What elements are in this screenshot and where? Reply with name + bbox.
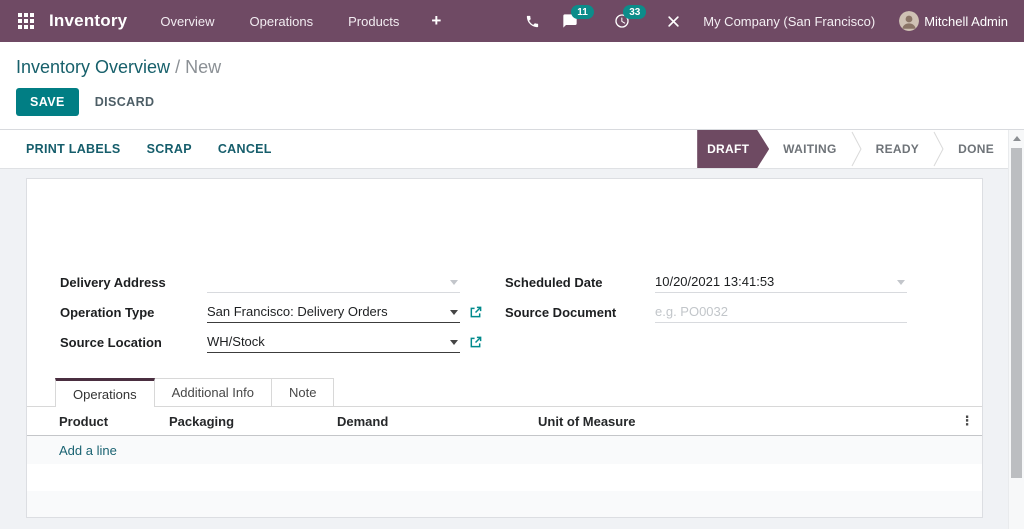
chevron-down-icon[interactable] [450, 310, 458, 315]
chevron-separator-icon [933, 130, 944, 168]
source-document-label: Source Document [505, 305, 617, 320]
operations-lines-table: Product Packaging Demand Unit of Measure… [27, 407, 982, 517]
tab-note[interactable]: Note [272, 378, 335, 406]
activities-clock-icon[interactable]: 33 [614, 5, 647, 29]
plus-icon[interactable]: + [431, 11, 441, 31]
scrollbar-thumb[interactable] [1011, 148, 1022, 478]
tools-icon[interactable] [666, 14, 681, 29]
source-location-input[interactable] [207, 333, 460, 351]
scrollbar-up-arrow-icon[interactable] [1009, 130, 1024, 147]
breadcrumb-current: New [185, 57, 222, 77]
main-area: PRINT LABELS SCRAP CANCEL DRAFT WAITING … [0, 130, 1008, 529]
source-document-input[interactable] [655, 303, 907, 321]
source-location-field[interactable] [207, 332, 460, 353]
top-navbar: Inventory Overview Operations Products +… [0, 0, 1024, 42]
operation-type-input[interactable] [207, 303, 460, 321]
discard-button[interactable]: DISCARD [95, 95, 155, 109]
operation-type-field[interactable] [207, 302, 460, 323]
menu-operations[interactable]: Operations [250, 14, 314, 29]
tab-operations[interactable]: Operations [55, 378, 155, 407]
status-step-done[interactable]: DONE [944, 130, 1008, 168]
column-header-product: Product [59, 413, 109, 429]
breadcrumb-separator: / [175, 57, 181, 77]
vertical-scrollbar[interactable] [1008, 130, 1024, 529]
cancel-button[interactable]: CANCEL [218, 142, 272, 156]
messages-badge: 11 [571, 5, 594, 19]
table-row [27, 464, 982, 491]
record-actions: SAVE DISCARD [0, 78, 1024, 116]
messages-icon[interactable]: 11 [562, 5, 594, 29]
form-toolbar: PRINT LABELS SCRAP CANCEL DRAFT WAITING … [0, 130, 1008, 169]
chevron-down-icon[interactable] [450, 340, 458, 345]
form-content: Delivery Address Scheduled Date 10/20/20… [0, 169, 1008, 529]
save-button[interactable]: SAVE [16, 88, 79, 116]
add-a-line-link[interactable]: Add a line [27, 436, 982, 464]
optional-columns-icon[interactable]: ⋮ [952, 414, 982, 427]
external-link-icon[interactable] [469, 336, 482, 349]
column-header-packaging: Packaging [169, 413, 235, 429]
form-sheet: Delivery Address Scheduled Date 10/20/20… [26, 178, 983, 518]
control-panel: Inventory Overview / New SAVE DISCARD [0, 42, 1024, 130]
notebook-tabs: Operations Additional Info Note [27, 378, 982, 407]
app-title: Inventory [49, 11, 128, 30]
odoo-inventory-app: Inventory Overview Operations Products +… [0, 0, 1024, 529]
external-link-icon[interactable] [469, 306, 482, 319]
user-menu[interactable]: Mitchell Admin [924, 14, 1008, 29]
chevron-separator-icon [851, 130, 862, 168]
status-step-waiting[interactable]: WAITING [769, 130, 851, 168]
tab-additional-info[interactable]: Additional Info [154, 378, 272, 406]
column-header-demand: Demand [337, 413, 389, 429]
source-document-field[interactable] [655, 302, 907, 323]
breadcrumb-parent-link[interactable]: Inventory Overview [16, 57, 170, 77]
column-header-unit-of-measure: Unit of Measure [538, 413, 636, 429]
menu-overview[interactable]: Overview [160, 14, 214, 29]
status-step-draft[interactable]: DRAFT [697, 130, 769, 168]
scrap-button[interactable]: SCRAP [147, 142, 192, 156]
table-row [27, 491, 982, 517]
scheduled-date-input[interactable] [655, 273, 907, 291]
main-menu: Overview Operations Products [160, 14, 399, 29]
delivery-address-field[interactable] [207, 272, 460, 293]
statusbar: DRAFT WAITING READY DONE [697, 130, 1008, 168]
table-header-row: Product Packaging Demand Unit of Measure… [27, 407, 982, 436]
menu-products[interactable]: Products [348, 14, 399, 29]
delivery-address-input[interactable] [207, 273, 460, 291]
chevron-down-icon[interactable] [450, 280, 458, 285]
phone-icon[interactable] [525, 14, 540, 29]
navbar-right: 11 33 My Company (San Francisco) Mitchel… [525, 5, 1024, 31]
user-avatar[interactable] [899, 11, 920, 31]
source-location-label: Source Location [60, 335, 162, 350]
field-group: Delivery Address Scheduled Date 10/20/20… [60, 272, 982, 353]
company-switcher[interactable]: My Company (San Francisco) [703, 14, 875, 29]
status-step-ready[interactable]: READY [861, 130, 934, 168]
chevron-down-icon[interactable] [897, 280, 905, 285]
breadcrumb: Inventory Overview / New [0, 42, 1024, 78]
scheduled-date-field[interactable] [655, 272, 907, 293]
activities-badge: 33 [623, 5, 647, 19]
apps-grid-icon[interactable] [18, 13, 34, 29]
print-labels-button[interactable]: PRINT LABELS [26, 142, 121, 156]
operation-type-label: Operation Type [60, 305, 155, 320]
delivery-address-label: Delivery Address [60, 275, 166, 290]
scheduled-date-label: Scheduled Date [505, 275, 603, 290]
